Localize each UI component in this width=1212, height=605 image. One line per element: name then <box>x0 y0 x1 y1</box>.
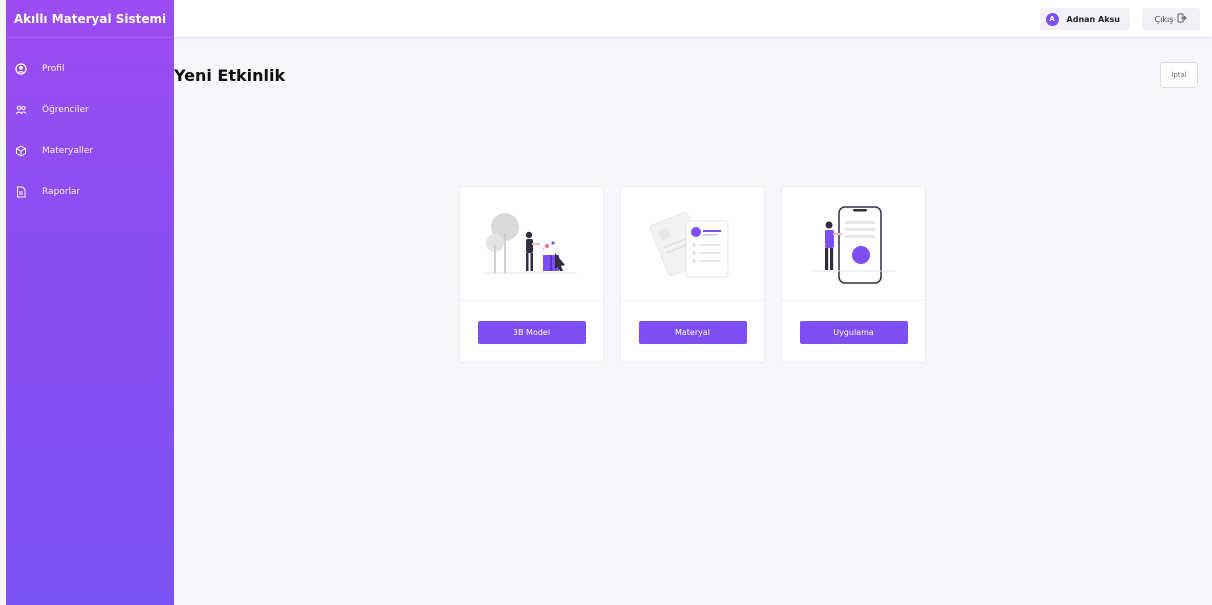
cancel-button[interactable]: İptal <box>1160 62 1198 88</box>
sidebar-item-label: Öğrenciler <box>42 104 89 115</box>
sidebar: Akıllı Materyal Sistemi Profil Öğrencile… <box>6 0 174 605</box>
logout-icon <box>1173 13 1188 25</box>
card-button-wrap: Uygulama <box>782 301 925 344</box>
card-button-wrap: 3B Model <box>460 301 603 344</box>
user-menu[interactable]: A Adnan Aksu <box>1039 8 1130 30</box>
topbar: A Adnan Aksu Çıkış <box>174 0 1212 38</box>
uygulama-button[interactable]: Uygulama <box>799 321 908 344</box>
user-name: Adnan Aksu <box>1066 14 1120 24</box>
sidebar-item-raporlar[interactable]: Raporlar <box>6 171 174 212</box>
sidebar-item-ogrenciler[interactable]: Öğrenciler <box>6 89 174 130</box>
logout-label: Çıkış <box>1154 14 1174 24</box>
sidebar-item-label: Materyaller <box>42 145 94 156</box>
file-icon <box>14 185 28 199</box>
page-title: Yeni Etkinlik <box>174 66 286 85</box>
avatar: A <box>1045 12 1059 26</box>
cube-icon <box>14 144 28 158</box>
logout-button[interactable]: Çıkış <box>1142 8 1200 30</box>
sidebar-nav: Profil Öğrenciler Materyaller Raporlar <box>6 48 174 212</box>
3b-model-button[interactable]: 3B Model <box>477 321 586 344</box>
sidebar-item-label: Profil <box>42 63 65 74</box>
brand-title[interactable]: Akıllı Materyal Sistemi <box>6 0 174 38</box>
materyal-button[interactable]: Materyal <box>638 321 747 344</box>
sidebar-item-profil[interactable]: Profil <box>6 48 174 89</box>
card-button-wrap: Materyal <box>621 301 764 344</box>
material-illustration <box>621 187 764 301</box>
activity-type-cards: 3B Model Materyal Uygulama <box>459 186 926 363</box>
card-3b-model[interactable]: 3B Model <box>459 186 604 363</box>
mobile-app-illustration <box>782 187 925 301</box>
users-icon <box>14 103 28 117</box>
user-circle-icon <box>14 62 28 76</box>
sidebar-item-label: Raporlar <box>42 186 81 197</box>
card-uygulama[interactable]: Uygulama <box>781 186 926 363</box>
3d-model-illustration <box>460 187 603 301</box>
app-root: Akıllı Materyal Sistemi Profil Öğrencile… <box>0 0 1212 605</box>
sidebar-item-materyaller[interactable]: Materyaller <box>6 130 174 171</box>
card-materyal[interactable]: Materyal <box>620 186 765 363</box>
